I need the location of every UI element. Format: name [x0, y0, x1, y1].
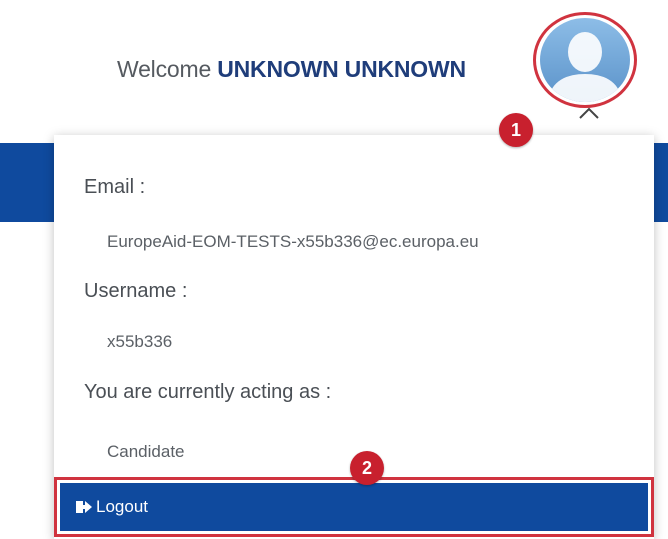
acting-as-value: Candidate [107, 442, 185, 461]
email-value: EuropeAid-EOM-TESTS-x55b336@ec.europa.eu [107, 232, 479, 251]
page: Welcome UNKNOWN UNKNOWN Email : EuropeAi… [0, 0, 668, 539]
logout-button[interactable]: Logout [60, 483, 648, 531]
user-display-name: UNKNOWN UNKNOWN [217, 56, 466, 82]
avatar-button[interactable] [540, 18, 630, 102]
acting-as-label: You are currently acting as : [84, 381, 332, 403]
email-label: Email : [84, 176, 146, 198]
welcome-message: Welcome UNKNOWN UNKNOWN [117, 56, 466, 83]
chevron-down-icon[interactable] [578, 105, 600, 121]
user-silhouette-icon [548, 32, 622, 102]
username-value: x55b336 [107, 332, 173, 351]
logout-label: Logout [96, 497, 148, 516]
sign-out-icon [76, 501, 92, 513]
username-label: Username : [84, 280, 188, 302]
welcome-prefix: Welcome [117, 56, 218, 82]
annotation-badge-2: 2 [350, 451, 384, 485]
annotation-badge-1: 1 [499, 113, 533, 147]
